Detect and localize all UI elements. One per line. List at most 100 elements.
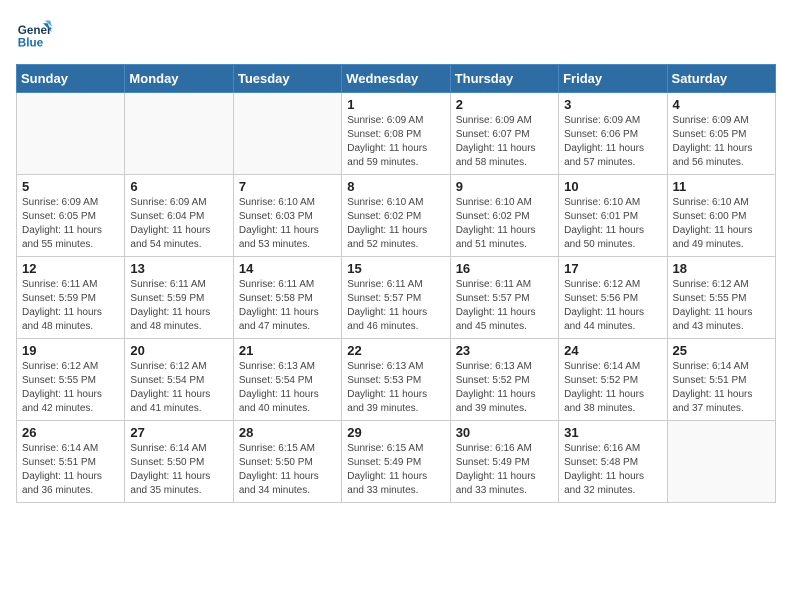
calendar-cell: 8 Sunrise: 6:10 AM Sunset: 6:02 PM Daylig… — [342, 175, 450, 257]
calendar-cell: 12 Sunrise: 6:11 AM Sunset: 5:59 PM Dayli… — [17, 257, 125, 339]
day-number: 3 — [564, 97, 661, 112]
calendar-cell: 22 Sunrise: 6:13 AM Sunset: 5:53 PM Dayli… — [342, 339, 450, 421]
calendar-week-4: 19 Sunrise: 6:12 AM Sunset: 5:55 PM Dayli… — [17, 339, 776, 421]
day-info: Sunrise: 6:14 AM Sunset: 5:50 PM Dayligh… — [130, 442, 227, 498]
calendar-cell: 9 Sunrise: 6:10 AM Sunset: 6:02 PM Daylig… — [450, 175, 558, 257]
day-number: 22 — [347, 343, 444, 358]
calendar-cell: 17Sunrise: 6:12 AM Sunset: 5:56 PM Dayli… — [559, 257, 667, 339]
calendar-cell: 30Sunrise: 6:16 AM Sunset: 5:49 PM Dayli… — [450, 421, 558, 503]
day-number: 31 — [564, 425, 661, 440]
calendar-cell: 24 Sunrise: 6:14 AM Sunset: 5:52 PM Dayli… — [559, 339, 667, 421]
day-number: 14 — [239, 261, 336, 276]
weekday-header-thursday: Thursday — [450, 65, 558, 93]
page-header: General Blue — [16, 16, 776, 52]
calendar-cell: 21 Sunrise: 6:13 AM Sunset: 5:54 PM Dayli… — [233, 339, 341, 421]
calendar-cell: 26Sunrise: 6:14 AM Sunset: 5:51 PM Dayli… — [17, 421, 125, 503]
day-number: 13 — [130, 261, 227, 276]
day-info: Sunrise: 6:12 AM Sunset: 5:54 PM Dayligh… — [130, 360, 227, 416]
day-info: Sunrise: 6:13 AM Sunset: 5:54 PM Dayligh… — [239, 360, 336, 416]
weekday-header-wednesday: Wednesday — [342, 65, 450, 93]
day-number: 23 — [456, 343, 553, 358]
day-info: Sunrise: 6:14 AM Sunset: 5:52 PM Dayligh… — [564, 360, 661, 416]
day-info: Sunrise: 6:10 AM Sunset: 6:02 PM Dayligh… — [456, 196, 553, 252]
calendar-cell — [125, 93, 233, 175]
day-info: Sunrise: 6:09 AM Sunset: 6:08 PM Dayligh… — [347, 114, 444, 170]
day-info: Sunrise: 6:14 AM Sunset: 5:51 PM Dayligh… — [673, 360, 770, 416]
svg-text:Blue: Blue — [18, 37, 44, 50]
logo-icon: General Blue — [16, 16, 52, 52]
calendar-cell: 31 Sunrise: 6:16 AM Sunset: 5:48 PM Dayli… — [559, 421, 667, 503]
calendar-cell: 6 Sunrise: 6:09 AM Sunset: 6:04 PM Daylig… — [125, 175, 233, 257]
weekday-header-friday: Friday — [559, 65, 667, 93]
calendar-cell: 2 Sunrise: 6:09 AM Sunset: 6:07 PM Daylig… — [450, 93, 558, 175]
day-info: Sunrise: 6:11 AM Sunset: 5:57 PM Dayligh… — [347, 278, 444, 334]
calendar-cell: 11 Sunrise: 6:10 AM Sunset: 6:00 PM Dayli… — [667, 175, 775, 257]
calendar-cell: 5Sunrise: 6:09 AM Sunset: 6:05 PM Daylig… — [17, 175, 125, 257]
calendar-cell: 27 Sunrise: 6:14 AM Sunset: 5:50 PM Dayli… — [125, 421, 233, 503]
calendar-cell: 23Sunrise: 6:13 AM Sunset: 5:52 PM Dayli… — [450, 339, 558, 421]
calendar-body: 1 Sunrise: 6:09 AM Sunset: 6:08 PM Daylig… — [17, 93, 776, 503]
day-info: Sunrise: 6:09 AM Sunset: 6:04 PM Dayligh… — [130, 196, 227, 252]
day-info: Sunrise: 6:16 AM Sunset: 5:48 PM Dayligh… — [564, 442, 661, 498]
day-number: 28 — [239, 425, 336, 440]
calendar-week-2: 5Sunrise: 6:09 AM Sunset: 6:05 PM Daylig… — [17, 175, 776, 257]
weekday-header-saturday: Saturday — [667, 65, 775, 93]
day-info: Sunrise: 6:12 AM Sunset: 5:55 PM Dayligh… — [673, 278, 770, 334]
day-number: 7 — [239, 179, 336, 194]
day-info: Sunrise: 6:10 AM Sunset: 6:03 PM Dayligh… — [239, 196, 336, 252]
day-number: 6 — [130, 179, 227, 194]
calendar-cell: 1 Sunrise: 6:09 AM Sunset: 6:08 PM Daylig… — [342, 93, 450, 175]
calendar-cell: 28Sunrise: 6:15 AM Sunset: 5:50 PM Dayli… — [233, 421, 341, 503]
day-info: Sunrise: 6:10 AM Sunset: 6:01 PM Dayligh… — [564, 196, 661, 252]
day-number: 1 — [347, 97, 444, 112]
day-info: Sunrise: 6:14 AM Sunset: 5:51 PM Dayligh… — [22, 442, 119, 498]
calendar-cell: 10 Sunrise: 6:10 AM Sunset: 6:01 PM Dayli… — [559, 175, 667, 257]
day-number: 12 — [22, 261, 119, 276]
day-info: Sunrise: 6:10 AM Sunset: 6:02 PM Dayligh… — [347, 196, 444, 252]
day-info: Sunrise: 6:10 AM Sunset: 6:00 PM Dayligh… — [673, 196, 770, 252]
calendar-cell: 14 Sunrise: 6:11 AM Sunset: 5:58 PM Dayli… — [233, 257, 341, 339]
day-info: Sunrise: 6:09 AM Sunset: 6:06 PM Dayligh… — [564, 114, 661, 170]
day-info: Sunrise: 6:12 AM Sunset: 5:55 PM Dayligh… — [22, 360, 119, 416]
day-number: 4 — [673, 97, 770, 112]
logo: General Blue — [16, 16, 52, 52]
weekday-header-tuesday: Tuesday — [233, 65, 341, 93]
calendar-cell: 3 Sunrise: 6:09 AM Sunset: 6:06 PM Daylig… — [559, 93, 667, 175]
day-number: 27 — [130, 425, 227, 440]
day-number: 24 — [564, 343, 661, 358]
calendar-cell: 18 Sunrise: 6:12 AM Sunset: 5:55 PM Dayli… — [667, 257, 775, 339]
day-info: Sunrise: 6:13 AM Sunset: 5:53 PM Dayligh… — [347, 360, 444, 416]
day-number: 21 — [239, 343, 336, 358]
day-info: Sunrise: 6:09 AM Sunset: 6:07 PM Dayligh… — [456, 114, 553, 170]
calendar-cell: 13Sunrise: 6:11 AM Sunset: 5:59 PM Dayli… — [125, 257, 233, 339]
day-number: 17 — [564, 261, 661, 276]
calendar-week-5: 26Sunrise: 6:14 AM Sunset: 5:51 PM Dayli… — [17, 421, 776, 503]
day-number: 2 — [456, 97, 553, 112]
day-number: 10 — [564, 179, 661, 194]
calendar-cell: 4Sunrise: 6:09 AM Sunset: 6:05 PM Daylig… — [667, 93, 775, 175]
day-number: 11 — [673, 179, 770, 194]
weekday-header-monday: Monday — [125, 65, 233, 93]
day-number: 9 — [456, 179, 553, 194]
day-number: 5 — [22, 179, 119, 194]
day-info: Sunrise: 6:11 AM Sunset: 5:59 PM Dayligh… — [22, 278, 119, 334]
calendar-cell: 15Sunrise: 6:11 AM Sunset: 5:57 PM Dayli… — [342, 257, 450, 339]
calendar-cell — [17, 93, 125, 175]
weekday-header-row: SundayMondayTuesdayWednesdayThursdayFrid… — [17, 65, 776, 93]
calendar-cell: 29Sunrise: 6:15 AM Sunset: 5:49 PM Dayli… — [342, 421, 450, 503]
day-info: Sunrise: 6:11 AM Sunset: 5:57 PM Dayligh… — [456, 278, 553, 334]
weekday-header-sunday: Sunday — [17, 65, 125, 93]
day-number: 8 — [347, 179, 444, 194]
day-number: 18 — [673, 261, 770, 276]
day-number: 19 — [22, 343, 119, 358]
calendar-cell — [667, 421, 775, 503]
calendar-table: SundayMondayTuesdayWednesdayThursdayFrid… — [16, 64, 776, 503]
day-info: Sunrise: 6:16 AM Sunset: 5:49 PM Dayligh… — [456, 442, 553, 498]
calendar-week-3: 12 Sunrise: 6:11 AM Sunset: 5:59 PM Dayli… — [17, 257, 776, 339]
day-info: Sunrise: 6:11 AM Sunset: 5:58 PM Dayligh… — [239, 278, 336, 334]
calendar-cell: 20Sunrise: 6:12 AM Sunset: 5:54 PM Dayli… — [125, 339, 233, 421]
calendar-cell: 25Sunrise: 6:14 AM Sunset: 5:51 PM Dayli… — [667, 339, 775, 421]
calendar-cell: 16Sunrise: 6:11 AM Sunset: 5:57 PM Dayli… — [450, 257, 558, 339]
calendar-cell: 7 Sunrise: 6:10 AM Sunset: 6:03 PM Daylig… — [233, 175, 341, 257]
day-number: 29 — [347, 425, 444, 440]
